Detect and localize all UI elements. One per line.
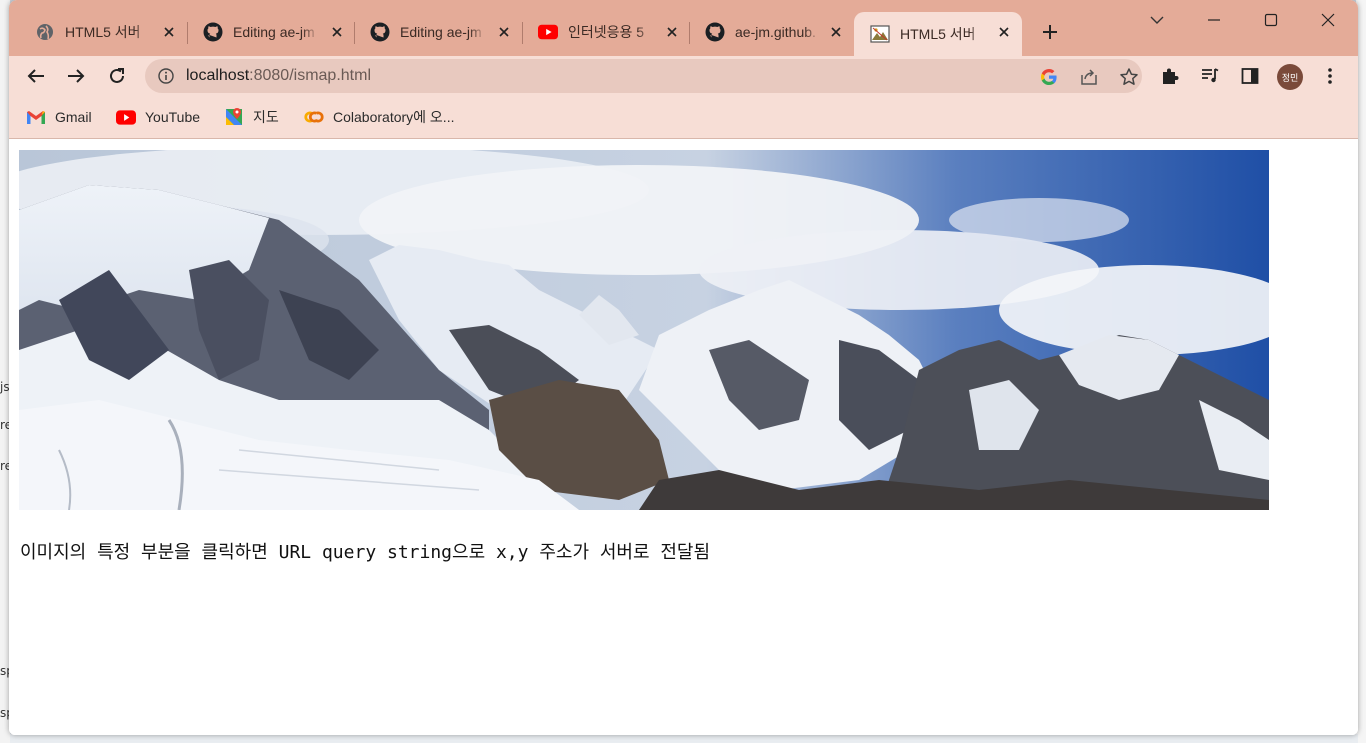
music-queue-icon (1202, 68, 1219, 83)
close-icon[interactable] (662, 22, 682, 42)
colab-icon (304, 108, 324, 126)
tab-html5-server-1[interactable]: HTML5 서버 (19, 12, 187, 52)
address-bar[interactable]: localhost:8080/ismap.html (145, 59, 1142, 93)
close-icon[interactable] (826, 22, 846, 42)
profile-avatar[interactable]: 정민 (1277, 64, 1303, 90)
minimize-button[interactable] (1198, 6, 1230, 34)
tab-html5-server-active[interactable]: HTML5 서버 (854, 12, 1022, 56)
tab-internet-app[interactable]: 인터넷응용 5 (522, 12, 690, 52)
close-icon[interactable] (994, 22, 1014, 42)
gmail-icon (26, 108, 46, 126)
bookmark-label: Gmail (55, 109, 92, 125)
close-window-button[interactable] (1312, 6, 1344, 34)
maximize-button[interactable] (1255, 6, 1287, 34)
bookmark-youtube[interactable]: YouTube (116, 107, 200, 127)
forward-button[interactable] (61, 61, 91, 91)
media-control-button[interactable] (1196, 62, 1224, 90)
side-panel-icon (1241, 68, 1259, 84)
bookmark-colaboratory[interactable]: Colaboratory에 오... (304, 107, 454, 127)
chevron-down-icon (1150, 16, 1164, 24)
page-viewport: 이미지의 특정 부분을 클릭하면 URL query string으로 x,y … (9, 140, 1358, 735)
close-icon (1321, 13, 1335, 27)
tab-github-io[interactable]: ae-jm.github. (689, 12, 854, 52)
bookmark-star-icon[interactable] (1118, 66, 1140, 88)
reload-icon (110, 68, 124, 83)
share-icon[interactable] (1078, 66, 1100, 88)
reload-button[interactable] (102, 61, 132, 91)
tab-title: HTML5 서버 (900, 26, 976, 42)
more-vertical-icon (1328, 68, 1332, 84)
tab-title: ae-jm.github. (735, 24, 816, 40)
bookmark-gmail[interactable]: Gmail (26, 107, 92, 127)
url-host: localhost (186, 67, 250, 84)
github-icon (705, 22, 725, 42)
tab-editing-1[interactable]: Editing ae-jm (187, 12, 355, 52)
maps-icon (224, 108, 244, 126)
close-icon[interactable] (327, 22, 347, 42)
mountain-panorama-image (19, 150, 1269, 510)
arrow-left-icon (27, 69, 44, 83)
google-lens-icon[interactable] (1038, 66, 1060, 88)
tab-title: HTML5 서버 (65, 24, 141, 40)
close-icon[interactable] (494, 22, 514, 42)
menu-button[interactable] (1316, 62, 1344, 90)
back-button[interactable] (21, 61, 51, 91)
tab-title: 인터넷응용 5 (568, 24, 645, 40)
github-icon (203, 22, 223, 42)
tab-strip: HTML5 서버 Editing ae-jm Editing ae-jm 인터넷… (9, 0, 1358, 56)
arrow-right-icon (68, 69, 85, 83)
image-icon (870, 24, 890, 44)
puzzle-icon (1163, 68, 1179, 84)
url-text[interactable]: localhost:8080/ismap.html (186, 67, 371, 85)
side-panel-button[interactable] (1236, 62, 1264, 90)
tab-search-button[interactable] (1141, 6, 1173, 34)
minimize-icon (1208, 19, 1220, 21)
bookmark-label: YouTube (145, 109, 201, 125)
maximize-icon (1264, 13, 1278, 27)
new-tab-button[interactable] (1038, 20, 1062, 44)
tab-title: Editing ae-jm (400, 24, 482, 40)
background-window-bottom (10, 734, 1358, 743)
bookmark-label: 지도 (253, 109, 279, 125)
github-icon (370, 22, 390, 42)
close-icon[interactable] (159, 22, 179, 42)
bookmark-maps[interactable]: 지도 (224, 107, 279, 127)
plus-icon (1043, 25, 1057, 39)
bookmark-label: Colaboratory에 오... (333, 109, 455, 125)
url-path: :8080/ismap.html (249, 67, 371, 84)
extensions-button[interactable] (1156, 62, 1184, 90)
globe-icon (35, 22, 55, 42)
bookmarks-bar: Gmail YouTube 지도 Colaboratory에 오... (9, 97, 1358, 139)
navigation-toolbar: localhost:8080/ismap.html 정민 (9, 56, 1358, 97)
info-icon[interactable] (157, 67, 175, 85)
browser-window: HTML5 서버 Editing ae-jm Editing ae-jm 인터넷… (9, 0, 1358, 735)
tab-editing-2[interactable]: Editing ae-jm (354, 12, 522, 52)
page-caption: 이미지의 특정 부분을 클릭하면 URL query string으로 x,y … (20, 542, 711, 563)
youtube-icon (116, 108, 136, 126)
youtube-icon (538, 22, 558, 42)
ismap-mountain-image[interactable] (19, 150, 1269, 510)
tab-title: Editing ae-jm (233, 24, 315, 40)
